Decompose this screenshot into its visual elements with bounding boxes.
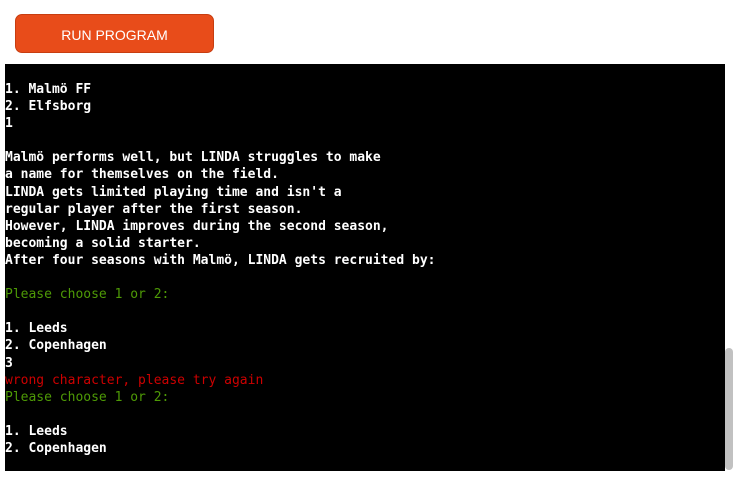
terminal-prompt-line: Please choose 1 or 2: xyxy=(5,287,170,303)
terminal-error-line: wrong character, please try again xyxy=(5,372,264,388)
terminal-line: becoming a solid starter. xyxy=(5,235,201,251)
terminal-line: a name for themselves on the field. xyxy=(5,167,279,183)
page: RUN PROGRAM 1. Malmö FF 2. Elfsborg 1 Malmö… xyxy=(0,0,746,485)
terminal-output[interactable]: 1. Malmö FF 2. Elfsborg 1 Malmö performs we… xyxy=(5,64,725,471)
terminal-line: 3 xyxy=(5,355,13,371)
terminal-line: LINDA gets limited playing time and isn'… xyxy=(5,184,342,200)
terminal-line: regular player after the first season. xyxy=(5,201,303,217)
terminal-prompt-line: Please choose 1 or 2: xyxy=(5,389,170,405)
bottom-strip xyxy=(0,471,746,485)
terminal-line: 1. Malmö FF xyxy=(5,82,92,97)
terminal-line: Malmö performs well, but LINDA struggles… xyxy=(5,150,381,166)
terminal-line: 1. Leeds xyxy=(5,423,68,439)
run-program-button[interactable]: RUN PROGRAM xyxy=(15,14,214,53)
terminal-line: 2. Copenhagen xyxy=(5,338,107,354)
terminal-line: 1 xyxy=(5,116,13,132)
terminal-line: 2. Copenhagen xyxy=(5,440,107,456)
terminal-line: After four seasons with Malmö, LINDA get… xyxy=(5,252,436,268)
terminal-line: However, LINDA improves during the secon… xyxy=(5,218,389,234)
terminal-line: 1. Leeds xyxy=(5,321,68,337)
terminal-line: 2. Elfsborg xyxy=(5,99,92,115)
scrollbar-thumb[interactable] xyxy=(725,348,733,470)
terminal-text: 1. Malmö FF 2. Elfsborg 1 Malmö performs we… xyxy=(5,81,435,457)
